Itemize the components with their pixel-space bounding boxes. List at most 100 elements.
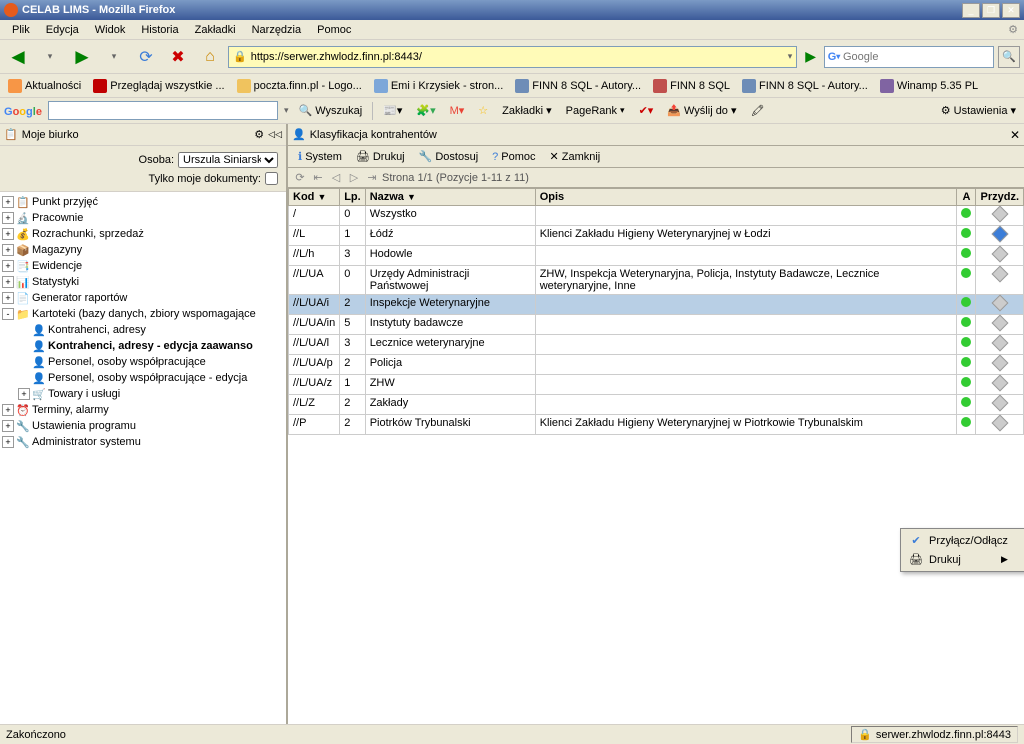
google-send-button[interactable]: 📤Wyślij do▾ xyxy=(663,104,740,117)
tree-item[interactable]: 👤Kontrahenci, adresy xyxy=(2,322,284,338)
menu-edycja[interactable]: Edycja xyxy=(38,22,87,38)
expander-icon[interactable]: + xyxy=(2,212,14,224)
expander-icon[interactable]: + xyxy=(2,436,14,448)
google-search-icon[interactable]: G▾ xyxy=(827,50,841,64)
column-header[interactable]: Lp. xyxy=(340,189,366,206)
tree-item[interactable]: +📋Punkt przyjęć xyxy=(2,194,284,210)
tree-item[interactable]: +💰Rozrachunki, sprzedaż xyxy=(2,226,284,242)
forward-button[interactable]: ► xyxy=(68,43,96,71)
table-row[interactable]: //L/UA/i2Inspekcje Weterynaryjne xyxy=(289,295,1024,315)
bookmark-item[interactable]: poczta.finn.pl - Logo... xyxy=(233,77,366,95)
menu-plik[interactable]: Plik xyxy=(4,22,38,38)
google-news-button[interactable]: 📰▾ xyxy=(379,104,406,117)
diamond-icon[interactable] xyxy=(991,315,1008,332)
tree-item[interactable]: 👤Kontrahenci, adresy - edycja zaawanso xyxy=(2,338,284,354)
column-header[interactable]: Kod ▼ xyxy=(289,189,340,206)
gmail-icon[interactable]: M▾ xyxy=(446,104,469,117)
system-button[interactable]: ℹSystem xyxy=(292,148,348,165)
table-row[interactable]: //L/UA/in5Instytuty badawcze xyxy=(289,315,1024,335)
pager-refresh[interactable]: ⟳ xyxy=(292,170,308,186)
google-settings-button[interactable]: ⚙Ustawienia▾ xyxy=(937,104,1020,117)
table-row[interactable]: //P2Piotrków TrybunalskiKlienci Zakładu … xyxy=(289,415,1024,435)
diamond-icon[interactable] xyxy=(991,335,1008,352)
sidebar-tools-icon[interactable]: ⚙ xyxy=(254,128,264,141)
diamond-icon[interactable] xyxy=(991,355,1008,372)
table-row[interactable]: //L/UA/p2Policja xyxy=(289,355,1024,375)
sidebar-close-icon[interactable]: ◁◁ xyxy=(268,129,282,140)
tree-item[interactable]: +🔧Administrator systemu xyxy=(2,434,284,450)
expander-icon[interactable]: - xyxy=(2,308,14,320)
column-header[interactable]: Nazwa ▼ xyxy=(365,189,535,206)
column-header[interactable]: A xyxy=(957,189,976,206)
expander-icon[interactable]: + xyxy=(18,388,30,400)
google-highlight-button[interactable]: 🖍 xyxy=(746,104,768,117)
menu-pomoc[interactable]: Pomoc xyxy=(309,22,359,38)
tree-item[interactable]: +📄Generator raportów xyxy=(2,290,284,306)
diamond-icon[interactable] xyxy=(991,295,1008,312)
menu-historia[interactable]: Historia xyxy=(133,22,186,38)
ctx-print[interactable]: 🖨 Drukuj ▶ xyxy=(903,550,1024,569)
diamond-icon[interactable] xyxy=(991,226,1008,243)
url-input[interactable] xyxy=(251,51,784,63)
diamond-icon[interactable] xyxy=(991,395,1008,412)
diamond-icon[interactable] xyxy=(991,375,1008,392)
close-window-button[interactable]: ✕ xyxy=(1002,3,1020,18)
osoba-select[interactable]: Urszula Siniarska xyxy=(178,152,278,168)
forward-dropdown[interactable]: ▾ xyxy=(100,43,128,71)
diamond-icon[interactable] xyxy=(991,246,1008,263)
tree-item[interactable]: +🛒Towary i usługi xyxy=(2,386,284,402)
google-search-input[interactable] xyxy=(48,101,278,120)
url-bar[interactable]: 🔒 ▾ xyxy=(228,46,797,68)
tree-item[interactable]: +🔧Ustawienia programu xyxy=(2,418,284,434)
bookmark-item[interactable]: Winamp 5.35 PL xyxy=(876,77,982,95)
google-search-dropdown[interactable]: ▾ xyxy=(284,105,289,116)
table-row[interactable]: /0Wszystko xyxy=(289,206,1024,226)
table-row[interactable]: //L/Z2Zakłady xyxy=(289,395,1024,415)
diamond-icon[interactable] xyxy=(991,266,1008,283)
tree-item[interactable]: 👤Personel, osoby współpracujące xyxy=(2,354,284,370)
close-button[interactable]: ✕Zamknij xyxy=(544,148,607,165)
table-row[interactable]: //L/UA0Urzędy Administracji PaństwowejZH… xyxy=(289,266,1024,295)
expander-icon[interactable]: + xyxy=(2,244,14,256)
back-button[interactable]: ◄ xyxy=(4,43,32,71)
tree-item[interactable]: +🔬Pracownie xyxy=(2,210,284,226)
expander-icon[interactable]: + xyxy=(2,420,14,432)
bookmark-item[interactable]: Przeglądaj wszystkie ... xyxy=(89,77,228,95)
back-dropdown[interactable]: ▾ xyxy=(36,43,64,71)
table-row[interactable]: //L/UA/z1ZHW xyxy=(289,375,1024,395)
tree-item[interactable]: +📦Magazyny xyxy=(2,242,284,258)
bookmark-item[interactable]: FINN 8 SQL - Autory... xyxy=(738,77,872,95)
expander-icon[interactable]: + xyxy=(2,292,14,304)
bookmark-item[interactable]: FINN 8 SQL - Autory... xyxy=(511,77,645,95)
google-check-button[interactable]: ✔▾ xyxy=(635,104,658,117)
content-close-button[interactable]: ✕ xyxy=(1010,128,1020,142)
tree-item[interactable]: 👤Personel, osoby współpracujące - edycja xyxy=(2,370,284,386)
stop-button[interactable]: ✖ xyxy=(164,43,192,71)
pager-prev[interactable]: ◁ xyxy=(328,170,344,186)
google-bookmarks-button[interactable]: Zakładki▾ xyxy=(498,104,556,117)
column-header[interactable]: Przydz. xyxy=(976,189,1024,206)
pager-first[interactable]: ⇤ xyxy=(310,170,326,186)
bookmark-item[interactable]: Emi i Krzysiek - stron... xyxy=(370,77,507,95)
diamond-icon[interactable] xyxy=(991,206,1008,223)
pagerank-button[interactable]: PageRank▾ xyxy=(562,105,629,117)
pager-last[interactable]: ⇥ xyxy=(364,170,380,186)
table-row[interactable]: //L1ŁódźKlienci Zakładu Higieny Weteryna… xyxy=(289,226,1024,246)
url-dropdown[interactable]: ▾ xyxy=(788,51,793,62)
search-input[interactable] xyxy=(843,51,991,63)
print-button[interactable]: 🖨Drukuj xyxy=(350,148,411,165)
google-plus-button[interactable]: 🧩▾ xyxy=(412,104,439,117)
only-my-docs-checkbox[interactable] xyxy=(265,172,278,185)
expander-icon[interactable]: + xyxy=(2,228,14,240)
search-box[interactable]: G▾ xyxy=(824,46,994,68)
google-search-button[interactable]: 🔍Wyszukaj xyxy=(294,104,366,117)
help-button[interactable]: ?Pomoc xyxy=(486,149,541,165)
tree-item[interactable]: +📊Statystyki xyxy=(2,274,284,290)
minimize-button[interactable]: _ xyxy=(962,3,980,18)
refresh-button[interactable]: ⟳ xyxy=(132,43,160,71)
home-button[interactable]: ⌂ xyxy=(196,43,224,71)
tree-item[interactable]: +📑Ewidencje xyxy=(2,258,284,274)
ctx-attach[interactable]: ✔ Przyłącz/Odłącz xyxy=(903,531,1024,550)
bookmark-item[interactable]: Aktualności xyxy=(4,77,85,95)
pager-next[interactable]: ▷ xyxy=(346,170,362,186)
